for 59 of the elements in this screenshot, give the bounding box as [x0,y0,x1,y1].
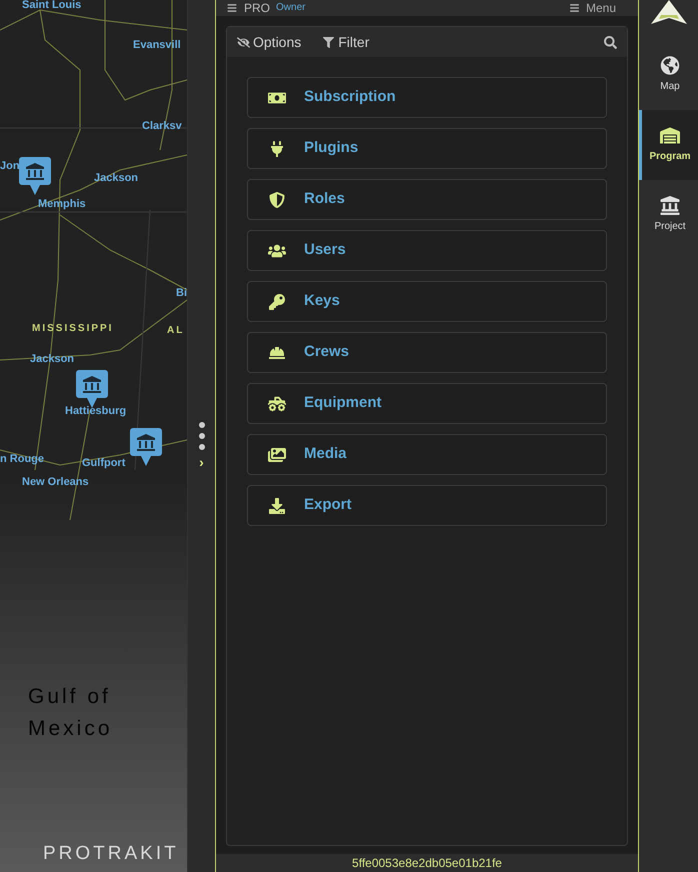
menu-list-item[interactable]: Crews [247,332,607,373]
menu-list-item[interactable]: Plugins [247,128,607,169]
map-label: Saint Louis [22,0,82,11]
map-label: Jackson [30,354,74,365]
item-icon [268,294,286,310]
menu-list-item[interactable]: Media [247,434,607,475]
map-label: Mexico [28,718,113,739]
map-label: Evansvill [133,40,181,51]
item-icon [268,396,286,412]
item-icon [268,140,286,156]
building-pin-icon[interactable] [19,157,51,195]
building-pin-icon[interactable] [130,428,162,466]
map-label: Jon [0,161,20,172]
item-icon [268,242,286,258]
filter-button[interactable]: Filter [323,32,370,52]
menu-list-item[interactable]: Users [247,230,607,271]
menu-list-item[interactable]: Keys [247,281,607,322]
map-label: MISSISSIPPI [32,324,114,334]
map-label: New Orleans [22,477,89,488]
item-icon [268,446,286,462]
eye-slash-icon [237,36,250,48]
menu-list-item[interactable]: Equipment [247,383,607,424]
item-icon [268,344,286,360]
panel-title: PRO [244,2,270,14]
map-label: Gulfport [82,458,126,469]
nav-icon [660,196,680,215]
map-label: Gulf of [28,686,111,707]
menu-list-item[interactable]: Export [247,485,607,526]
record-id: 5ffe0053e8e2db05e01b21fe [352,857,502,869]
item-icon [268,192,286,208]
map-label: n Rouge [0,454,44,465]
menu-list-item[interactable]: Roles [247,179,607,220]
map-label: AL [167,326,184,336]
map-label: Jackson [94,173,138,184]
nav-icon [660,56,680,75]
building-pin-icon[interactable] [76,370,108,408]
map-label: Hattiesburg [65,406,126,417]
options-button[interactable]: Options [237,32,302,52]
map[interactable]: Saint Louis Evansvill Clarksv Jon Jackson Memphis Bi MISSISSIPPI AL Jackson Hattiesburg n Rouge Gulfport New Orleans Gulf of Mexico PROTRAKIT [0,0,187,872]
map-label: Bi [176,288,187,299]
map-label: Memphis [38,199,86,210]
nav-tab[interactable]: Program [639,110,698,180]
nav-icon [660,126,680,145]
map-label: Clarksv [142,121,182,132]
brand-logo: PROTRAKIT [43,844,179,863]
filter-icon [323,36,334,48]
logo-icon [650,0,686,26]
role-label: Owner [276,3,306,13]
search-icon[interactable] [604,36,617,48]
item-icon [268,498,286,514]
nav-tab[interactable]: Map [639,40,698,110]
menu-icon [568,3,580,13]
expand-button[interactable]: › [199,455,204,469]
item-icon [268,90,286,106]
menu-icon [226,3,238,13]
menu-button[interactable]: Menu [568,2,616,14]
nav-tab[interactable]: Project [639,180,698,250]
menu-list-item[interactable]: Subscription [247,77,607,118]
more-dots-icon[interactable] [198,422,204,450]
